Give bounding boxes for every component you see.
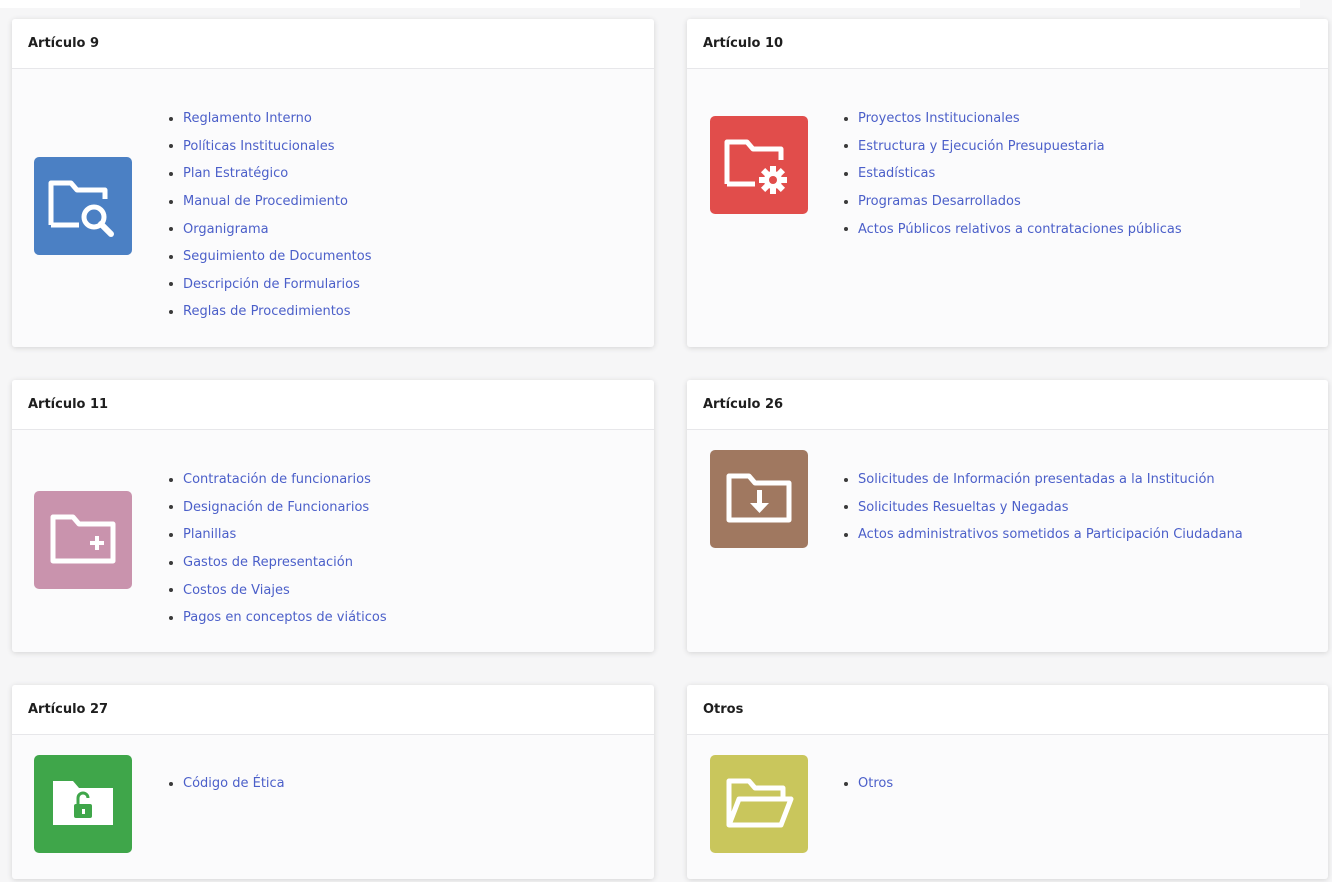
link-reglas-procedimientos[interactable]: Reglas de Procedimientos xyxy=(183,304,351,319)
card-title: Otros xyxy=(703,702,744,717)
folder-plus-icon xyxy=(34,491,132,589)
card-title: Artículo 26 xyxy=(703,397,784,412)
list-item[interactable]: Manual de Procedimiento xyxy=(169,188,372,216)
link-contratacion-funcionarios[interactable]: Contratación de funcionarios xyxy=(183,472,371,487)
card-title: Artículo 10 xyxy=(703,36,784,51)
link-planillas[interactable]: Planillas xyxy=(183,527,236,542)
card-header: Otros xyxy=(687,685,1328,735)
card-header: Artículo 26 xyxy=(687,380,1328,430)
list-item[interactable]: Pagos en conceptos de viáticos xyxy=(169,604,387,632)
list-item[interactable]: Proyectos Institucionales xyxy=(844,105,1182,133)
list-item[interactable]: Planillas xyxy=(169,521,387,549)
card-articulo-27: Artículo 27 Código de Ética xyxy=(12,685,654,879)
folder-search-icon xyxy=(34,157,132,255)
link-pagos-viaticos[interactable]: Pagos en conceptos de viáticos xyxy=(183,610,387,625)
link-seguimiento-documentos[interactable]: Seguimiento de Documentos xyxy=(183,249,372,264)
list-item[interactable]: Seguimiento de Documentos xyxy=(169,243,372,271)
card-articulo-11: Artículo 11 Contratación de funcionarios… xyxy=(12,380,654,652)
link-manual-procedimiento[interactable]: Manual de Procedimiento xyxy=(183,194,348,209)
link-solicitudes-resueltas[interactable]: Solicitudes Resueltas y Negadas xyxy=(858,500,1068,515)
link-proyectos-institucionales[interactable]: Proyectos Institucionales xyxy=(858,111,1020,126)
link-list: Contratación de funcionarios Designación… xyxy=(169,466,387,632)
link-list: Código de Ética xyxy=(169,770,285,798)
list-item[interactable]: Otros xyxy=(844,770,893,798)
list-item[interactable]: Estadísticas xyxy=(844,160,1182,188)
list-item[interactable]: Costos de Viajes xyxy=(169,576,387,604)
top-strip xyxy=(0,0,1300,8)
folder-download-icon xyxy=(710,450,808,548)
list-item[interactable]: Contratación de funcionarios xyxy=(169,466,387,494)
list-item[interactable]: Solicitudes Resueltas y Negadas xyxy=(844,494,1243,522)
list-item[interactable]: Actos Públicos relativos a contratacione… xyxy=(844,215,1182,243)
link-reglamento-interno[interactable]: Reglamento Interno xyxy=(183,111,312,126)
link-actos-publicos[interactable]: Actos Públicos relativos a contratacione… xyxy=(858,222,1182,237)
card-title: Artículo 11 xyxy=(28,397,109,412)
card-articulo-26: Artículo 26 Solicitudes de Información p… xyxy=(687,380,1328,652)
link-codigo-etica[interactable]: Código de Ética xyxy=(183,776,285,791)
list-item[interactable]: Reglas de Procedimientos xyxy=(169,298,372,326)
link-otros[interactable]: Otros xyxy=(858,776,893,791)
link-estructura-ejecucion[interactable]: Estructura y Ejecución Presupuestaria xyxy=(858,139,1105,154)
list-item[interactable]: Solicitudes de Información presentadas a… xyxy=(844,466,1243,494)
folder-open-icon xyxy=(710,755,808,853)
folder-settings-icon xyxy=(710,116,808,214)
card-articulo-9: Artículo 9 Reglamento Interno Políticas … xyxy=(12,19,654,347)
card-header: Artículo 9 xyxy=(12,19,654,69)
link-organigrama[interactable]: Organigrama xyxy=(183,222,269,237)
list-item[interactable]: Políticas Institucionales xyxy=(169,133,372,161)
list-item[interactable]: Programas Desarrollados xyxy=(844,188,1182,216)
link-solicitudes-informacion[interactable]: Solicitudes de Información presentadas a… xyxy=(858,472,1215,487)
card-articulo-10: Artículo 10 Proyectos Institucionales Es… xyxy=(687,19,1328,347)
link-list: Solicitudes de Información presentadas a… xyxy=(844,466,1243,549)
list-item[interactable]: Designación de Funcionarios xyxy=(169,494,387,522)
link-descripcion-formularios[interactable]: Descripción de Formularios xyxy=(183,277,360,292)
list-item[interactable]: Plan Estratégico xyxy=(169,160,372,188)
list-item[interactable]: Gastos de Representación xyxy=(169,549,387,577)
list-item[interactable]: Organigrama xyxy=(169,215,372,243)
card-header: Artículo 11 xyxy=(12,380,654,430)
link-gastos-representacion[interactable]: Gastos de Representación xyxy=(183,555,353,570)
link-estadisticas[interactable]: Estadísticas xyxy=(858,166,935,181)
list-item[interactable]: Reglamento Interno xyxy=(169,105,372,133)
folder-unlock-icon xyxy=(34,755,132,853)
list-item[interactable]: Actos administrativos sometidos a Partic… xyxy=(844,521,1243,549)
card-title: Artículo 9 xyxy=(28,36,100,51)
link-costos-viajes[interactable]: Costos de Viajes xyxy=(183,583,290,598)
link-programas-desarrollados[interactable]: Programas Desarrollados xyxy=(858,194,1021,209)
card-header: Artículo 10 xyxy=(687,19,1328,69)
card-title: Artículo 27 xyxy=(28,702,109,717)
list-item[interactable]: Estructura y Ejecución Presupuestaria xyxy=(844,133,1182,161)
link-designacion-funcionarios[interactable]: Designación de Funcionarios xyxy=(183,500,369,515)
link-list: Otros xyxy=(844,770,893,798)
link-politicas-institucionales[interactable]: Políticas Institucionales xyxy=(183,139,334,154)
card-header: Artículo 27 xyxy=(12,685,654,735)
list-item[interactable]: Código de Ética xyxy=(169,770,285,798)
link-list: Reglamento Interno Políticas Institucion… xyxy=(169,105,372,326)
card-otros: Otros Otros xyxy=(687,685,1328,879)
list-item[interactable]: Descripción de Formularios xyxy=(169,271,372,299)
link-plan-estrategico[interactable]: Plan Estratégico xyxy=(183,166,288,181)
link-list: Proyectos Institucionales Estructura y E… xyxy=(844,105,1182,243)
link-actos-administrativos[interactable]: Actos administrativos sometidos a Partic… xyxy=(858,527,1243,542)
